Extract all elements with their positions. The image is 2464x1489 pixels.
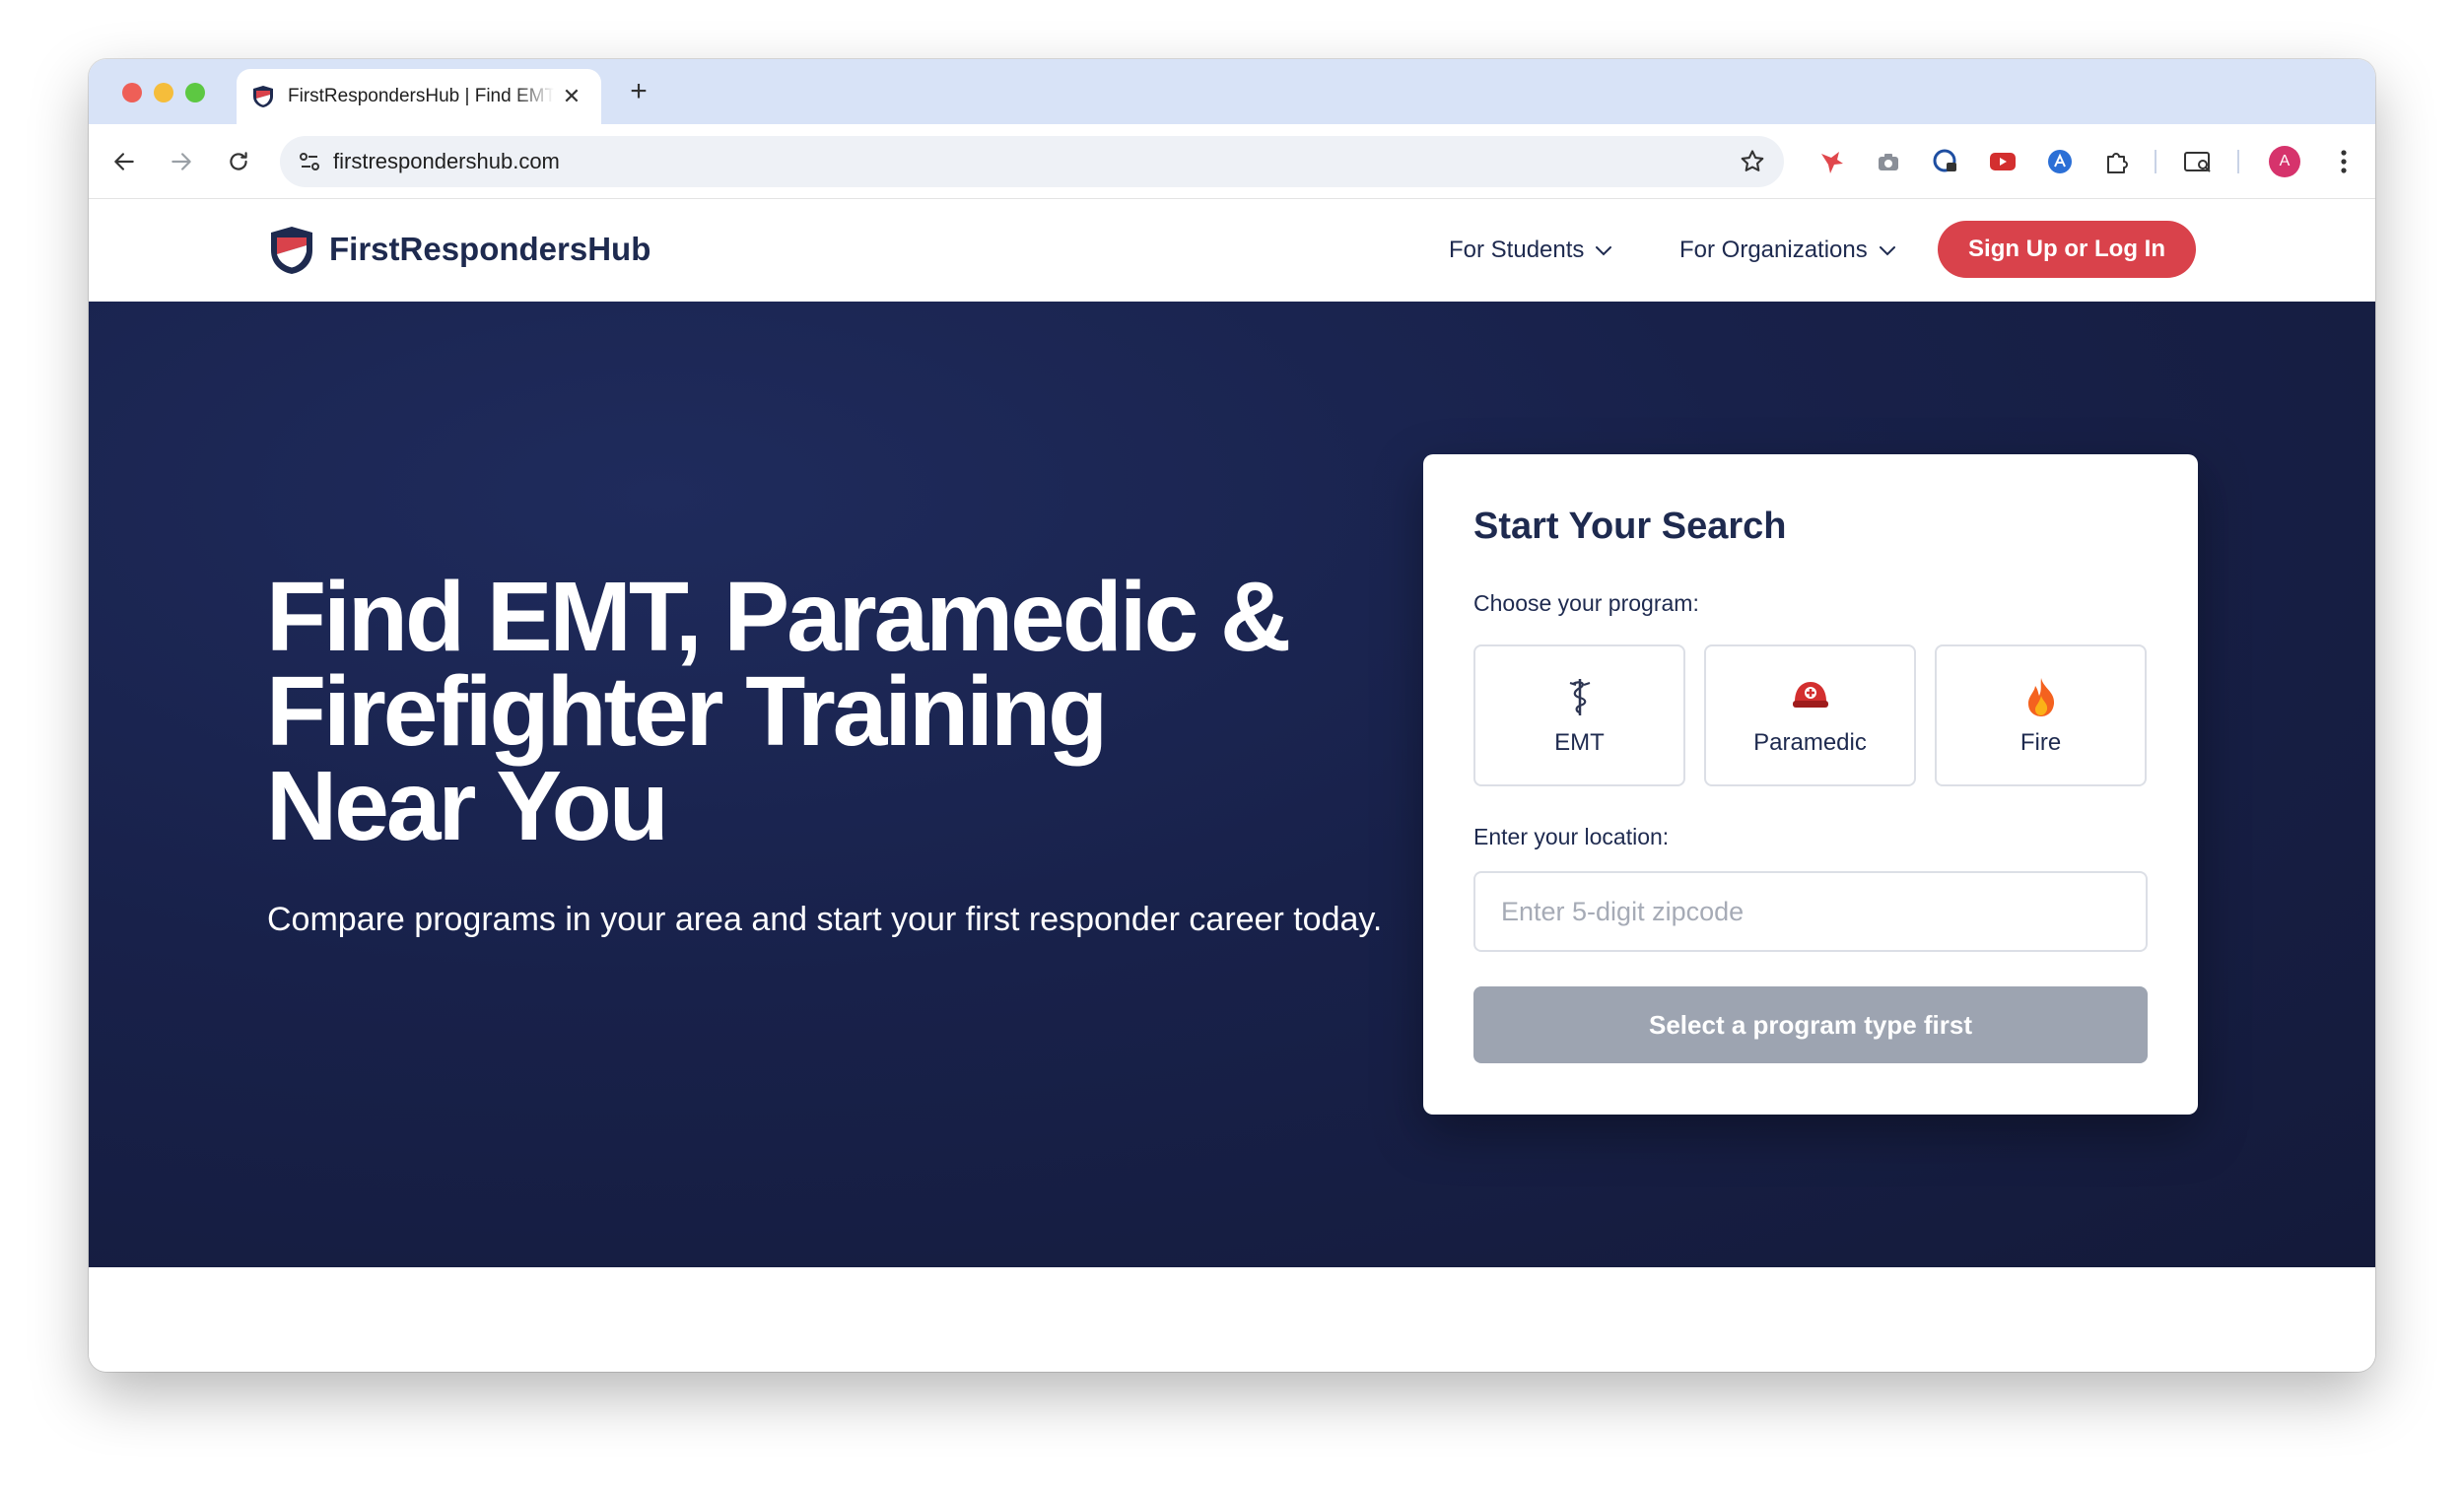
location-label: Enter your location: <box>1473 824 1670 849</box>
profile-avatar[interactable]: A <box>2269 146 2300 177</box>
caduceus-icon <box>1569 679 1590 715</box>
hero-section: Find EMT, Paramedic & Firefighter Traini… <box>89 302 2375 1267</box>
tab-title: FirstRespondersHub | Find EMT, Paramedic… <box>288 86 554 106</box>
program-option-paramedic-label: Paramedic <box>1753 729 1867 756</box>
reload-icon <box>230 152 247 170</box>
lock-extension-icon[interactable] <box>1930 146 1961 177</box>
program-option-emt[interactable]: EMT <box>1473 644 1685 786</box>
more-menu-icon[interactable] <box>2326 144 2361 179</box>
fire-icon <box>2027 678 2054 716</box>
bookmark-star-icon[interactable] <box>1739 148 1766 175</box>
chevron-down-icon <box>1879 246 1895 256</box>
tab-search-icon[interactable] <box>2182 146 2214 177</box>
toolbar-divider <box>2155 150 2156 173</box>
browser-tab-active[interactable]: FirstRespondersHub | Find EMT, Paramedic… <box>237 69 601 124</box>
maximize-window-button[interactable] <box>185 83 205 102</box>
translate-extension-icon[interactable] <box>2044 146 2076 177</box>
arrow-left-icon <box>114 153 134 170</box>
shield-logo-icon[interactable] <box>269 225 314 276</box>
program-label: Choose your program: <box>1473 590 1699 616</box>
arrow-right-icon <box>171 153 191 170</box>
forward-button[interactable] <box>162 142 201 181</box>
search-card: Start Your Search Choose your program: E… <box>1423 454 2198 1115</box>
nav-for-organizations-label: For Organizations <box>1679 237 1868 263</box>
puzzle-extensions-icon[interactable] <box>2101 146 2133 177</box>
program-option-emt-label: EMT <box>1554 729 1605 756</box>
chevron-down-icon <box>1596 246 1612 256</box>
sign-up-login-button[interactable]: Sign Up or Log In <box>1938 221 2196 278</box>
program-option-fire-label: Fire <box>2019 729 2062 756</box>
program-option-fire[interactable]: Fire <box>1935 644 2147 786</box>
page-below-hero <box>89 1267 2375 1372</box>
helmet-icon <box>1792 682 1828 708</box>
tab-strip: FirstRespondersHub | Find EMT, Paramedic… <box>89 59 2375 124</box>
browser-window: FirstRespondersHub | Find EMT, Paramedic… <box>89 59 2375 1372</box>
address-bar[interactable]: firstrespondershub.com <box>280 136 1784 187</box>
site-settings-icon[interactable] <box>294 146 325 177</box>
video-extension-icon[interactable] <box>1987 146 2019 177</box>
url-text[interactable]: firstrespondershub.com <box>333 149 560 174</box>
hero-title: Find EMT, Paramedic & Firefighter Traini… <box>266 562 1291 861</box>
camera-extension-icon[interactable] <box>1873 146 1904 177</box>
site-header: FirstRespondersHub For Students For Orga… <box>89 199 2375 302</box>
tab-close-icon[interactable]: ✕ <box>558 83 585 110</box>
hero-subtitle: Compare programs in your area and start … <box>267 901 1383 938</box>
bird-extension-icon[interactable] <box>1815 146 1847 177</box>
toolbar-divider <box>2237 150 2239 173</box>
program-option-paramedic[interactable]: Paramedic <box>1704 644 1916 786</box>
close-window-button[interactable] <box>122 83 142 102</box>
nav-for-students[interactable]: For Students <box>1449 237 1613 264</box>
back-button[interactable] <box>104 142 144 181</box>
brand-name[interactable]: FirstRespondersHub <box>329 231 650 268</box>
reload-button[interactable] <box>219 142 258 181</box>
search-card-title: Start Your Search <box>1473 506 1787 547</box>
nav-for-students-label: For Students <box>1449 237 1585 263</box>
minimize-window-button[interactable] <box>154 83 173 102</box>
search-submit-button[interactable]: Select a program type first <box>1473 986 2148 1063</box>
nav-for-organizations[interactable]: For Organizations <box>1679 237 1897 264</box>
browser-toolbar: firstrespondershub.com A <box>89 124 2375 199</box>
shield-logo-icon <box>253 86 273 107</box>
zipcode-input[interactable] <box>1473 871 2148 952</box>
new-tab-button[interactable]: + <box>621 75 656 110</box>
